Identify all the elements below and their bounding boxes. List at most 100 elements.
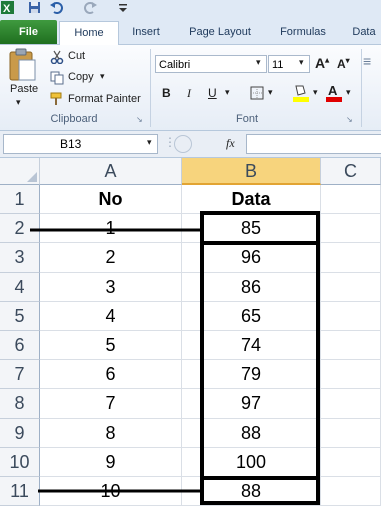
font-color-dropdown-icon[interactable]: ▾ xyxy=(346,87,351,98)
formula-bar: B13 ▾ ⋮ fx xyxy=(0,131,381,158)
cell-a[interactable]: 10 xyxy=(40,477,182,506)
cell-a[interactable]: 6 xyxy=(40,360,182,390)
tab-formulas[interactable]: Formulas xyxy=(270,21,336,43)
bold-button[interactable]: B xyxy=(162,86,171,100)
cell-b[interactable]: 88 xyxy=(182,477,321,506)
tab-home[interactable]: Home xyxy=(59,21,119,45)
save-icon[interactable] xyxy=(28,1,41,14)
borders-dropdown-icon[interactable]: ▾ xyxy=(268,87,273,98)
cell-b[interactable]: 96 xyxy=(182,243,321,273)
tab-data[interactable]: Data xyxy=(344,21,381,43)
customize-icon[interactable] xyxy=(117,1,130,14)
underline-dropdown-icon[interactable]: ▾ xyxy=(225,87,230,98)
italic-button[interactable]: I xyxy=(187,86,191,101)
fill-color-dropdown-icon[interactable]: ▾ xyxy=(313,87,318,98)
insert-function-button[interactable]: fx xyxy=(226,136,235,151)
row-header[interactable]: 10 xyxy=(0,447,40,477)
cell-a[interactable]: 3 xyxy=(40,272,182,302)
grow-font-icon[interactable]: A▴ xyxy=(315,55,329,71)
underline-button[interactable]: U xyxy=(208,86,217,100)
row-header[interactable]: 11 xyxy=(0,477,40,506)
cell-c[interactable] xyxy=(321,389,381,419)
cell-b[interactable]: 79 xyxy=(182,360,321,390)
cell-a[interactable]: 2 xyxy=(40,243,182,273)
group-separator xyxy=(361,49,362,127)
format-painter-icon[interactable] xyxy=(50,92,64,106)
format-painter-button[interactable]: Format Painter xyxy=(68,93,141,105)
tab-page-layout[interactable]: Page Layout xyxy=(180,21,260,43)
column-header-a[interactable]: A xyxy=(40,158,182,185)
select-all-corner[interactable] xyxy=(0,158,40,185)
name-box-dropdown-icon[interactable]: ▾ xyxy=(147,137,152,148)
cell-c[interactable] xyxy=(321,243,381,273)
cell-b[interactable]: 65 xyxy=(182,301,321,331)
font-name-select[interactable]: Calibri xyxy=(155,55,267,73)
select-all-triangle-icon xyxy=(27,172,37,182)
redo-icon[interactable] xyxy=(84,1,97,14)
borders-icon[interactable] xyxy=(250,86,264,100)
clear-format-icon[interactable]: ≡ xyxy=(363,53,371,69)
copy-button[interactable]: Copy xyxy=(68,71,94,83)
cell-a[interactable]: 5 xyxy=(40,331,182,361)
cell-c[interactable] xyxy=(321,301,381,331)
cell-c[interactable] xyxy=(321,272,381,302)
column-header-b[interactable]: B xyxy=(182,158,321,185)
quick-access-toolbar: X xyxy=(0,0,381,16)
cell-a[interactable]: 8 xyxy=(40,418,182,448)
formula-bar-circle-icon xyxy=(174,135,192,153)
row-header[interactable]: 7 xyxy=(0,360,40,390)
tab-insert[interactable]: Insert xyxy=(122,21,170,43)
cell-a[interactable]: 7 xyxy=(40,389,182,419)
svg-text:X: X xyxy=(3,3,11,14)
cut-button[interactable]: Cut xyxy=(68,50,85,62)
cell-c[interactable] xyxy=(321,447,381,477)
undo-icon[interactable] xyxy=(50,1,63,14)
ribbon: Paste ▾ Cut Copy ▾ Format Painter Clipbo… xyxy=(0,45,381,131)
tab-file[interactable]: File xyxy=(0,20,57,44)
clipboard-launcher-icon[interactable]: ↘ xyxy=(136,115,143,124)
cell-c[interactable] xyxy=(321,331,381,361)
font-launcher-icon[interactable]: ↘ xyxy=(346,115,353,124)
name-box[interactable]: B13 xyxy=(3,134,158,154)
cell-c[interactable] xyxy=(321,360,381,390)
cell-c[interactable] xyxy=(321,477,381,506)
row-header[interactable]: 8 xyxy=(0,389,40,419)
cell-b[interactable]: 97 xyxy=(182,389,321,419)
font-group-label: Font xyxy=(235,113,258,125)
cell-b[interactable]: 88 xyxy=(182,418,321,448)
group-separator xyxy=(150,49,151,127)
excel-icon[interactable]: X xyxy=(1,1,14,14)
cell-a[interactable]: 9 xyxy=(40,447,182,477)
row-header[interactable]: 6 xyxy=(0,331,40,361)
cell-b[interactable]: 86 xyxy=(182,272,321,302)
column-header-c[interactable]: C xyxy=(321,158,381,185)
cell-a[interactable]: 1 xyxy=(40,214,182,244)
cell-c[interactable] xyxy=(321,185,381,215)
cell-b[interactable]: 85 xyxy=(182,214,321,244)
copy-icon[interactable] xyxy=(50,71,64,85)
row-header[interactable]: 4 xyxy=(0,272,40,302)
cell-a[interactable]: 4 xyxy=(40,301,182,331)
formula-input[interactable] xyxy=(246,134,381,154)
cell-b[interactable]: 74 xyxy=(182,331,321,361)
font-size-dropdown-icon[interactable]: ▾ xyxy=(299,57,304,68)
cell-c[interactable] xyxy=(321,418,381,448)
cut-icon[interactable] xyxy=(50,50,64,64)
row-header[interactable]: 9 xyxy=(0,418,40,448)
copy-dropdown-icon[interactable]: ▾ xyxy=(100,71,105,82)
paste-button[interactable]: Paste xyxy=(10,83,38,95)
paste-dropdown-icon[interactable]: ▾ xyxy=(16,97,21,108)
row-header[interactable]: 2 xyxy=(0,214,40,244)
paste-icon[interactable] xyxy=(8,48,38,82)
row-header[interactable]: 5 xyxy=(0,301,40,331)
row-header[interactable]: 1 xyxy=(0,185,40,215)
cell-c[interactable] xyxy=(321,214,381,244)
fill-color-icon[interactable] xyxy=(292,83,310,103)
font-name-dropdown-icon[interactable]: ▾ xyxy=(256,57,261,68)
cell-a[interactable]: No xyxy=(40,185,182,215)
row-header[interactable]: 3 xyxy=(0,243,40,273)
shrink-font-icon[interactable]: A▾ xyxy=(337,56,350,71)
cell-b[interactable]: Data xyxy=(182,185,321,215)
font-color-icon[interactable]: A xyxy=(325,83,343,103)
cell-b[interactable]: 100 xyxy=(182,447,321,477)
